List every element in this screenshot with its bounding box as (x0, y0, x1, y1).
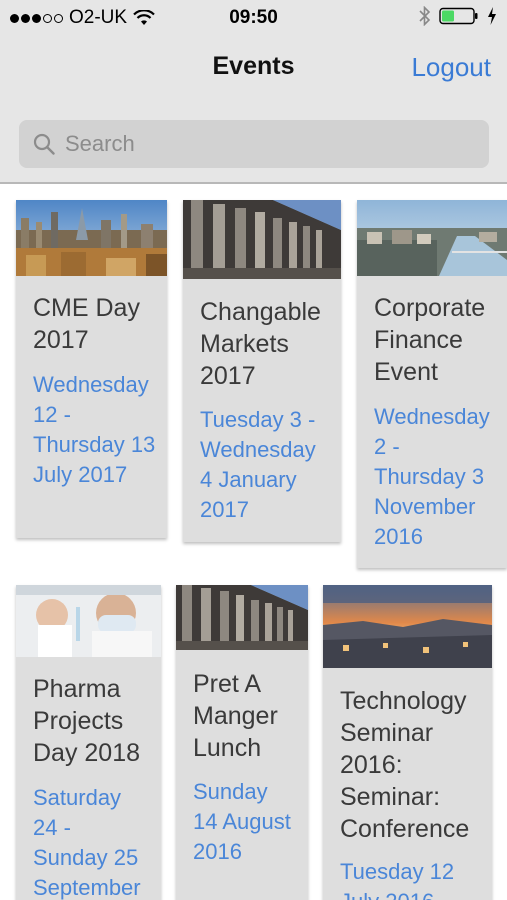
event-dates: Wednesday 2 - Thursday 3 November 2016 (374, 404, 490, 549)
event-dates: Sunday 14 August 2016 (193, 779, 291, 864)
event-card[interactable]: Corporate Finance Event Wednesday 2 - Th… (357, 200, 507, 568)
event-title: Corporate Finance Event (374, 294, 486, 386)
sunset-city-image (323, 585, 492, 668)
building-columns-image (183, 200, 341, 279)
event-card[interactable]: CME Day 2017 Wednesday 12 - Thursday 13 … (16, 200, 167, 538)
logout-button[interactable]: Logout (411, 52, 491, 83)
bluetooth-icon (419, 6, 431, 26)
event-card[interactable]: Pret A Manger Lunch Sunday 14 August 201… (176, 585, 308, 900)
battery-icon (439, 7, 478, 25)
search-placeholder: Search (65, 131, 135, 156)
lab-scientists-image (16, 585, 161, 657)
event-card[interactable]: Changable Markets 2017 Tuesday 3 - Wedne… (183, 200, 341, 542)
event-title: Pharma Projects Day 2018 (33, 675, 141, 767)
building-columns-image (176, 585, 308, 650)
london-skyline-image (16, 200, 167, 276)
status-bar: O2-UK 09:50 (0, 0, 507, 36)
search-icon (33, 133, 55, 155)
search-input[interactable]: Search (19, 120, 489, 168)
event-title: Changable Markets 2017 (200, 298, 321, 390)
event-dates: Tuesday 3 - Wednesday 4 January 2017 (200, 407, 316, 522)
event-title: Technology Seminar 2016: Seminar: Confer… (340, 687, 470, 843)
event-title: CME Day 2017 (33, 294, 140, 354)
event-card[interactable]: Pharma Projects Day 2018 Saturday 24 - S… (16, 585, 161, 900)
charging-bolt-icon (488, 7, 496, 25)
status-icons (419, 6, 497, 26)
search-bar-container: Search (0, 100, 507, 184)
event-dates: Tuesday 12 July 2016 (340, 859, 455, 900)
event-dates: Saturday 24 - Sunday 25 September (33, 785, 141, 900)
navigation-bar: Events Logout (0, 36, 507, 100)
event-title: Pret A Manger Lunch (193, 670, 278, 762)
event-dates: Wednesday 12 - Thursday 13 July 2017 (33, 372, 156, 487)
river-city-image (357, 200, 507, 276)
event-card[interactable]: Technology Seminar 2016: Seminar: Confer… (323, 585, 492, 900)
